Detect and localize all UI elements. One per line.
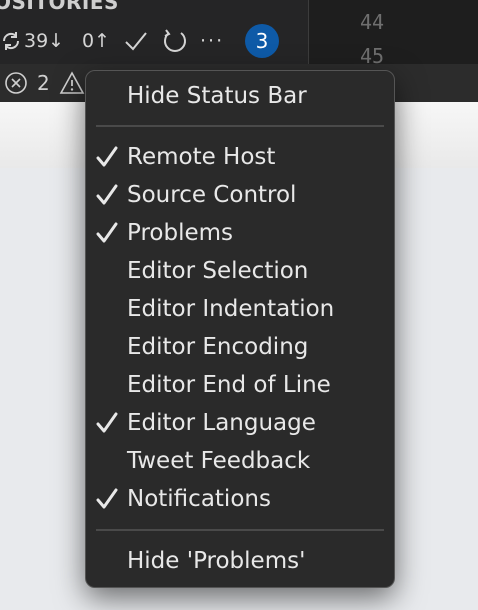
sync-icon[interactable] (0, 30, 22, 52)
warning-icon[interactable] (59, 64, 85, 102)
more-actions-icon[interactable]: ··· (200, 30, 224, 52)
menu-item-editor-encoding[interactable]: Editor Encoding (86, 328, 394, 366)
menu-separator (96, 529, 384, 531)
menu-item-label: Editor Encoding (127, 334, 309, 360)
repositories-header: OSITORIES (0, 0, 119, 14)
menu-item-source-control[interactable]: Source Control (86, 176, 394, 214)
menu-item-label: Hide 'Problems' (127, 548, 306, 574)
commit-check-icon[interactable] (123, 28, 149, 54)
menu-item-label: Tweet Feedback (127, 448, 311, 474)
menu-item-hide-status-bar[interactable]: Hide Status Bar (86, 77, 394, 115)
error-icon[interactable] (4, 64, 28, 102)
checkmark-icon (92, 142, 122, 172)
menu-item-editor-end-of-line[interactable]: Editor End of Line (86, 366, 394, 404)
checkmark-icon (92, 180, 122, 210)
menu-item-editor-language[interactable]: Editor Language (86, 404, 394, 442)
menu-item-hide-problems[interactable]: Hide 'Problems' (86, 542, 394, 580)
incoming-count[interactable]: 39↓ (24, 30, 64, 52)
menu-item-label: Editor Selection (127, 258, 309, 284)
line-number: 44 (360, 10, 385, 34)
menu-item-label: Editor End of Line (127, 372, 331, 398)
status-bar-context-menu: Hide Status Bar Remote Host Source Contr… (85, 70, 395, 588)
refresh-icon[interactable] (162, 28, 188, 54)
menu-separator (96, 125, 384, 127)
menu-item-label: Notifications (127, 486, 271, 512)
editor-area (309, 0, 478, 64)
menu-item-label: Editor Language (127, 410, 316, 436)
menu-item-label: Hide Status Bar (127, 83, 307, 109)
menu-item-editor-indentation[interactable]: Editor Indentation (86, 290, 394, 328)
checkmark-icon (92, 218, 122, 248)
menu-item-notifications[interactable]: Notifications (86, 480, 394, 518)
pending-changes-badge: 3 (245, 24, 279, 58)
error-count[interactable]: 2 (37, 64, 50, 102)
menu-item-problems[interactable]: Problems (86, 214, 394, 252)
checkmark-icon (92, 484, 122, 514)
menu-item-label: Remote Host (127, 144, 276, 170)
menu-item-remote-host[interactable]: Remote Host (86, 138, 394, 176)
menu-item-label: Source Control (127, 182, 297, 208)
menu-item-editor-selection[interactable]: Editor Selection (86, 252, 394, 290)
menu-item-label: Editor Indentation (127, 296, 335, 322)
checkmark-icon (92, 408, 122, 438)
outgoing-count[interactable]: 0↑ (82, 30, 110, 52)
menu-item-label: Problems (127, 220, 234, 246)
menu-item-tweet-feedback[interactable]: Tweet Feedback (86, 442, 394, 480)
